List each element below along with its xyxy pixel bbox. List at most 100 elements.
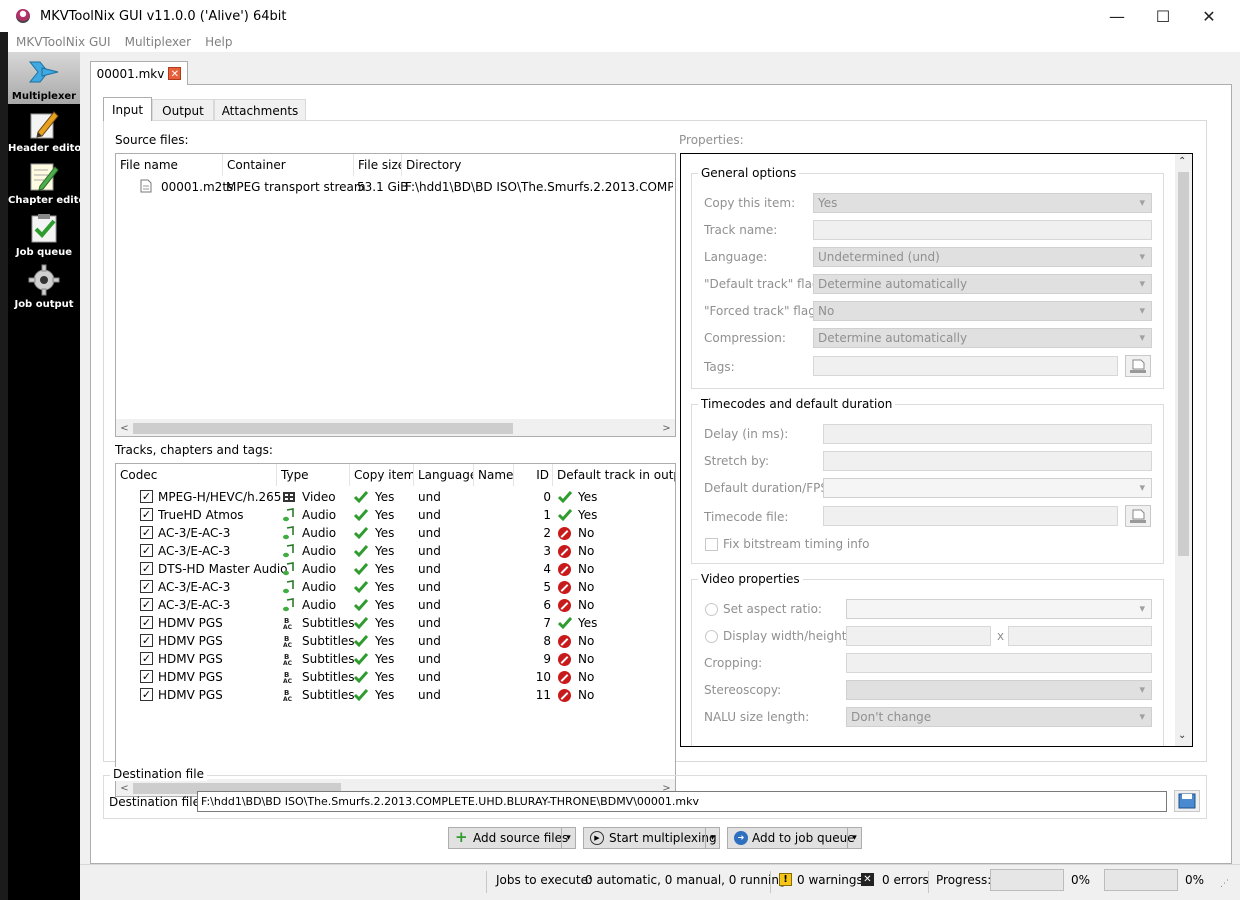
- fix-bitstream-checkbox[interactable]: [705, 538, 718, 551]
- tracks-table[interactable]: Codec Type Copy item Language Name ID De…: [115, 463, 676, 797]
- aspect-ratio-select[interactable]: [846, 599, 1152, 619]
- track-checkbox[interactable]: ✓: [140, 598, 153, 611]
- table-row[interactable]: ✓ MPEG-H/HEVC/h.265 Video Yes und 0 Yes: [116, 488, 675, 506]
- column-header-name[interactable]: Name: [474, 464, 514, 486]
- table-row[interactable]: ✓ HDMV PGS B AC Subtitles Yes und 11 No: [116, 686, 675, 704]
- properties-vscrollbar[interactable]: ⌃ ⌄: [1175, 154, 1192, 746]
- tab-attachments[interactable]: Attachments: [214, 99, 306, 121]
- maximize-button[interactable]: ☐: [1140, 0, 1186, 32]
- column-header-file-size[interactable]: File size: [354, 154, 402, 176]
- minimize-button[interactable]: —: [1094, 0, 1140, 32]
- sidebar-item-header-editor[interactable]: Header editor: [8, 104, 86, 156]
- copy-item-select[interactable]: Yes: [813, 193, 1152, 213]
- track-checkbox[interactable]: ✓: [140, 652, 153, 665]
- column-header-copy-item[interactable]: Copy item: [350, 464, 414, 486]
- display-dimensions-radio[interactable]: [705, 630, 718, 643]
- sidebar-item-job-queue[interactable]: Job queue: [8, 208, 80, 260]
- resize-grip-icon[interactable]: ⋰: [1220, 879, 1229, 889]
- table-row[interactable]: ✓ TrueHD Atmos Audio Yes und 1 Yes: [116, 506, 675, 524]
- nalu-size-select[interactable]: Don't change: [846, 707, 1152, 727]
- scroll-thumb[interactable]: [1178, 172, 1189, 556]
- chevron-down-icon[interactable]: ▾: [561, 828, 575, 848]
- add-source-files-button[interactable]: + Add source files ▾: [448, 827, 576, 849]
- column-header-language[interactable]: Language: [414, 464, 474, 486]
- source-files-hscrollbar[interactable]: < >: [116, 419, 675, 436]
- scroll-up-icon[interactable]: ⌃: [1178, 156, 1186, 167]
- table-row[interactable]: 00001.m2ts MPEG transport stream 53.1 Gi…: [116, 177, 675, 197]
- table-row[interactable]: ✓ AC-3/E-AC-3 Audio Yes und 3 No: [116, 542, 675, 560]
- menu-multiplexer[interactable]: Multiplexer: [118, 35, 199, 49]
- default-duration-select[interactable]: [823, 478, 1152, 498]
- menu-mkvtoolnix[interactable]: MKVToolNix GUI: [9, 35, 118, 49]
- scroll-right-icon[interactable]: >: [658, 420, 675, 437]
- destination-browse-button[interactable]: [1174, 790, 1200, 812]
- track-checkbox[interactable]: ✓: [140, 580, 153, 593]
- track-checkbox[interactable]: ✓: [140, 562, 153, 575]
- column-header-file-name[interactable]: File name: [116, 154, 223, 176]
- warnings-count[interactable]: 0 warnings: [797, 873, 863, 887]
- timecode-browse-button[interactable]: [1125, 505, 1151, 527]
- chevron-down-icon[interactable]: ▾: [847, 828, 861, 848]
- default-flag-select[interactable]: Determine automatically: [813, 274, 1152, 294]
- track-name-input[interactable]: [813, 220, 1152, 240]
- track-checkbox[interactable]: ✓: [140, 508, 153, 521]
- cropping-input[interactable]: [846, 653, 1152, 673]
- track-checkbox[interactable]: ✓: [140, 670, 153, 683]
- source-files-table[interactable]: File name Container File size Directory …: [115, 153, 676, 437]
- track-checkbox[interactable]: ✓: [140, 634, 153, 647]
- column-header-codec[interactable]: Codec: [116, 464, 277, 486]
- chevron-down-icon[interactable]: ▾: [705, 828, 719, 848]
- tags-browse-button[interactable]: [1125, 355, 1151, 377]
- errors-count[interactable]: 0 errors: [882, 873, 929, 887]
- stretch-input[interactable]: [823, 451, 1152, 471]
- add-to-job-queue-button[interactable]: ➜ Add to job queue ▾: [727, 827, 862, 849]
- forced-flag-select[interactable]: No: [813, 301, 1152, 321]
- tab-output[interactable]: Output: [152, 99, 214, 121]
- sidebar-item-label: Chapter editor: [8, 195, 91, 206]
- delay-input[interactable]: [823, 424, 1152, 444]
- column-header-default-track[interactable]: Default track in output: [553, 464, 675, 486]
- display-height-input[interactable]: [1008, 626, 1152, 646]
- track-checkbox[interactable]: ✓: [140, 526, 153, 539]
- scroll-left-icon[interactable]: <: [116, 420, 133, 437]
- subtitles-icon: BAC: [283, 689, 293, 703]
- track-codec: HDMV PGS: [158, 688, 223, 702]
- destination-file-label: Destination file:: [109, 795, 204, 809]
- table-row[interactable]: ✓ HDMV PGS B AC Subtitles Yes und 7 Yes: [116, 614, 675, 632]
- column-header-type[interactable]: Type: [277, 464, 350, 486]
- track-checkbox[interactable]: ✓: [140, 490, 153, 503]
- track-checkbox[interactable]: ✓: [140, 616, 153, 629]
- close-tab-icon[interactable]: ✕: [168, 67, 182, 80]
- start-multiplexing-label: Start multiplexing: [609, 831, 717, 845]
- table-row[interactable]: ✓ HDMV PGS B AC Subtitles Yes und 10 No: [116, 668, 675, 686]
- destination-file-input[interactable]: [197, 791, 1167, 812]
- language-select[interactable]: Undetermined (und): [813, 247, 1152, 267]
- sidebar-item-job-output[interactable]: Job output: [8, 260, 80, 312]
- column-header-container[interactable]: Container: [223, 154, 354, 176]
- tags-input[interactable]: [813, 356, 1118, 376]
- column-header-id[interactable]: ID: [514, 464, 553, 486]
- compression-select[interactable]: Determine automatically: [813, 328, 1152, 348]
- start-multiplexing-button[interactable]: ▶ Start multiplexing ▾: [583, 827, 720, 849]
- track-checkbox[interactable]: ✓: [140, 688, 153, 701]
- sidebar-item-chapter-editor[interactable]: Chapter editor: [8, 156, 91, 208]
- aspect-ratio-radio[interactable]: [705, 603, 718, 616]
- column-header-directory[interactable]: Directory: [402, 154, 675, 176]
- table-row[interactable]: ✓ AC-3/E-AC-3 Audio Yes und 5 No: [116, 578, 675, 596]
- timecode-file-input[interactable]: [823, 506, 1118, 526]
- stereoscopy-select[interactable]: [846, 680, 1152, 700]
- table-row[interactable]: ✓ HDMV PGS B AC Subtitles Yes und 9 No: [116, 650, 675, 668]
- display-width-input[interactable]: [846, 626, 991, 646]
- tab-input[interactable]: Input: [103, 97, 152, 121]
- table-row[interactable]: ✓ DTS-HD Master Audio Audio Yes und 4 No: [116, 560, 675, 578]
- close-button[interactable]: ✕: [1186, 0, 1232, 32]
- tab-file-00001[interactable]: 00001.mkv ✕: [90, 61, 188, 85]
- scroll-thumb[interactable]: [133, 423, 513, 434]
- table-row[interactable]: ✓ AC-3/E-AC-3 Audio Yes und 6 No: [116, 596, 675, 614]
- sidebar-item-multiplexer[interactable]: Multiplexer: [8, 52, 80, 104]
- table-row[interactable]: ✓ HDMV PGS B AC Subtitles Yes und 8 No: [116, 632, 675, 650]
- scroll-down-icon[interactable]: ⌄: [1178, 730, 1186, 741]
- track-checkbox[interactable]: ✓: [140, 544, 153, 557]
- table-row[interactable]: ✓ AC-3/E-AC-3 Audio Yes und 2 No: [116, 524, 675, 542]
- menu-help[interactable]: Help: [198, 35, 239, 49]
